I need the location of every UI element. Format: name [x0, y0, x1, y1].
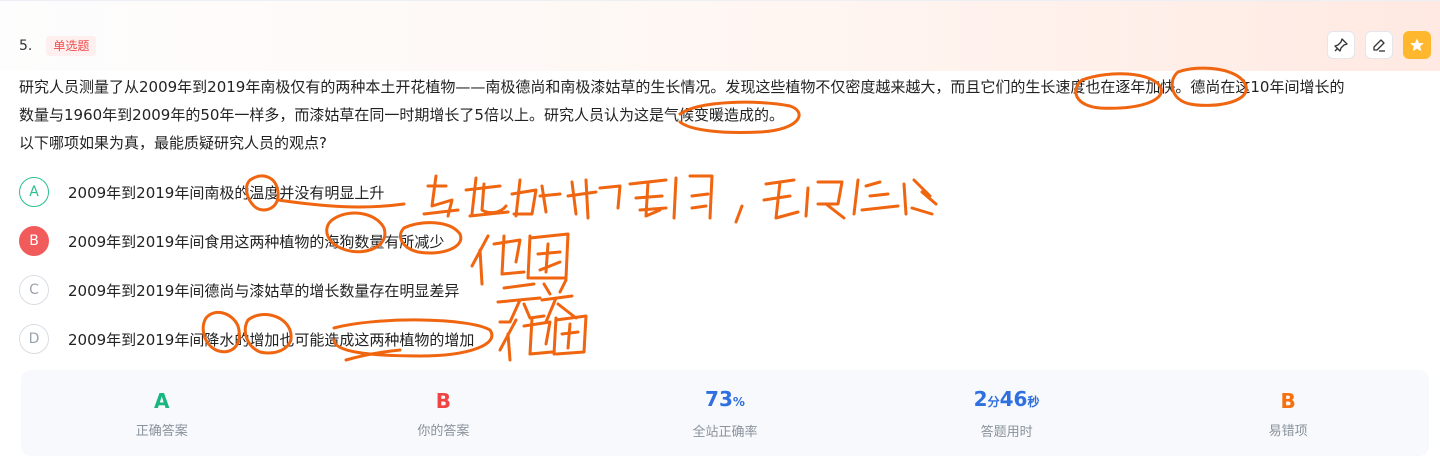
pin-icon: [1334, 38, 1348, 52]
option-c[interactable]: C 2009年到2019年间德尚与漆姑草的增长数量存在明显差异: [19, 272, 474, 308]
stem-line: 数量与1960年到2009年的50年一样多，而漆姑草在同一时期增长了5倍以上。研…: [19, 106, 784, 124]
ink-note-contradiction: [422, 174, 938, 224]
question-header: 5. 单选题: [19, 36, 97, 56]
stat-accuracy: 73% 全站正确率: [584, 370, 866, 456]
ink-note-irrelevant: [496, 278, 578, 324]
correct-answer-label: 正确答案: [135, 423, 188, 439]
option-text: 2009年到2019年间食用这两种植物的海狗数量有所减少: [68, 232, 445, 251]
accuracy-value: 73%: [705, 386, 745, 415]
option-text: 2009年到2019年间降水的增加也可能造成这两种植物的增加: [68, 330, 475, 349]
question-type-tag: 单选题: [46, 36, 97, 56]
question-toolbar: [1327, 31, 1431, 59]
question-number: 5.: [19, 38, 33, 54]
accuracy-label: 全站正确率: [692, 425, 758, 440]
your-answer-value: B: [435, 388, 452, 413]
time-minutes: 2: [973, 387, 988, 411]
edit-note-button[interactable]: [1365, 31, 1393, 59]
time-seconds: 46: [999, 387, 1028, 411]
time-seconds-unit: 秒: [1027, 395, 1040, 409]
wrong-option-label: 易错项: [1268, 423, 1308, 439]
time-value: 2分46秒: [974, 386, 1040, 415]
pin-button[interactable]: [1327, 31, 1355, 59]
accuracy-number: 73: [705, 387, 733, 411]
option-letter-badge: C: [19, 275, 49, 305]
pencil-icon: [1373, 39, 1385, 52]
option-b[interactable]: B 2009年到2019年间食用这两种植物的海狗数量有所减少: [19, 223, 474, 259]
stat-time: 2分46秒 答题用时: [866, 370, 1148, 456]
correct-answer-value: A: [154, 388, 170, 413]
stat-your-answer: B 你的答案: [303, 370, 585, 456]
stem-question: 以下哪项如果为真，最能质疑研究人员的观点?: [19, 134, 327, 152]
stem-line: 研究人员测量了从2009年到2019年南极仅有的两种本土开花植物——南极德尚和南…: [19, 78, 1345, 96]
option-letter-badge: D: [19, 324, 49, 354]
option-d[interactable]: D 2009年到2019年间降水的增加也可能造成这两种植物的增加: [19, 321, 474, 357]
accuracy-unit: %: [732, 395, 745, 409]
time-label: 答题用时: [980, 425, 1033, 440]
ink-note-other-cause-1: [470, 232, 570, 286]
your-answer-label: 你的答案: [417, 423, 470, 439]
stat-correct-answer: A 正确答案: [21, 370, 303, 456]
answer-stats-panel: A 正确答案 B 你的答案 73% 全站正确率 2分46秒 答题用时 B 易错项: [21, 370, 1429, 456]
ink-note-other-cause-2: [498, 314, 588, 362]
header-bar: [0, 0, 1440, 71]
stat-wrong-option: B 易错项: [1147, 370, 1429, 456]
favorite-button[interactable]: [1403, 31, 1431, 59]
time-minutes-unit: 分: [987, 395, 1000, 409]
star-icon: [1410, 38, 1424, 52]
option-a[interactable]: A 2009年到2019年间南极的温度并没有明显上升: [19, 174, 474, 210]
option-text: 2009年到2019年间南极的温度并没有明显上升: [68, 183, 385, 202]
question-stem: 研究人员测量了从2009年到2019年南极仅有的两种本土开花植物——南极德尚和南…: [19, 73, 1424, 157]
wrong-option-value: B: [1280, 388, 1296, 413]
options-list: A 2009年到2019年间南极的温度并没有明显上升 B 2009年到2019年…: [19, 174, 474, 370]
option-text: 2009年到2019年间德尚与漆姑草的增长数量存在明显差异: [68, 281, 460, 300]
option-letter-badge: B: [19, 226, 49, 256]
option-letter-badge: A: [19, 177, 49, 207]
